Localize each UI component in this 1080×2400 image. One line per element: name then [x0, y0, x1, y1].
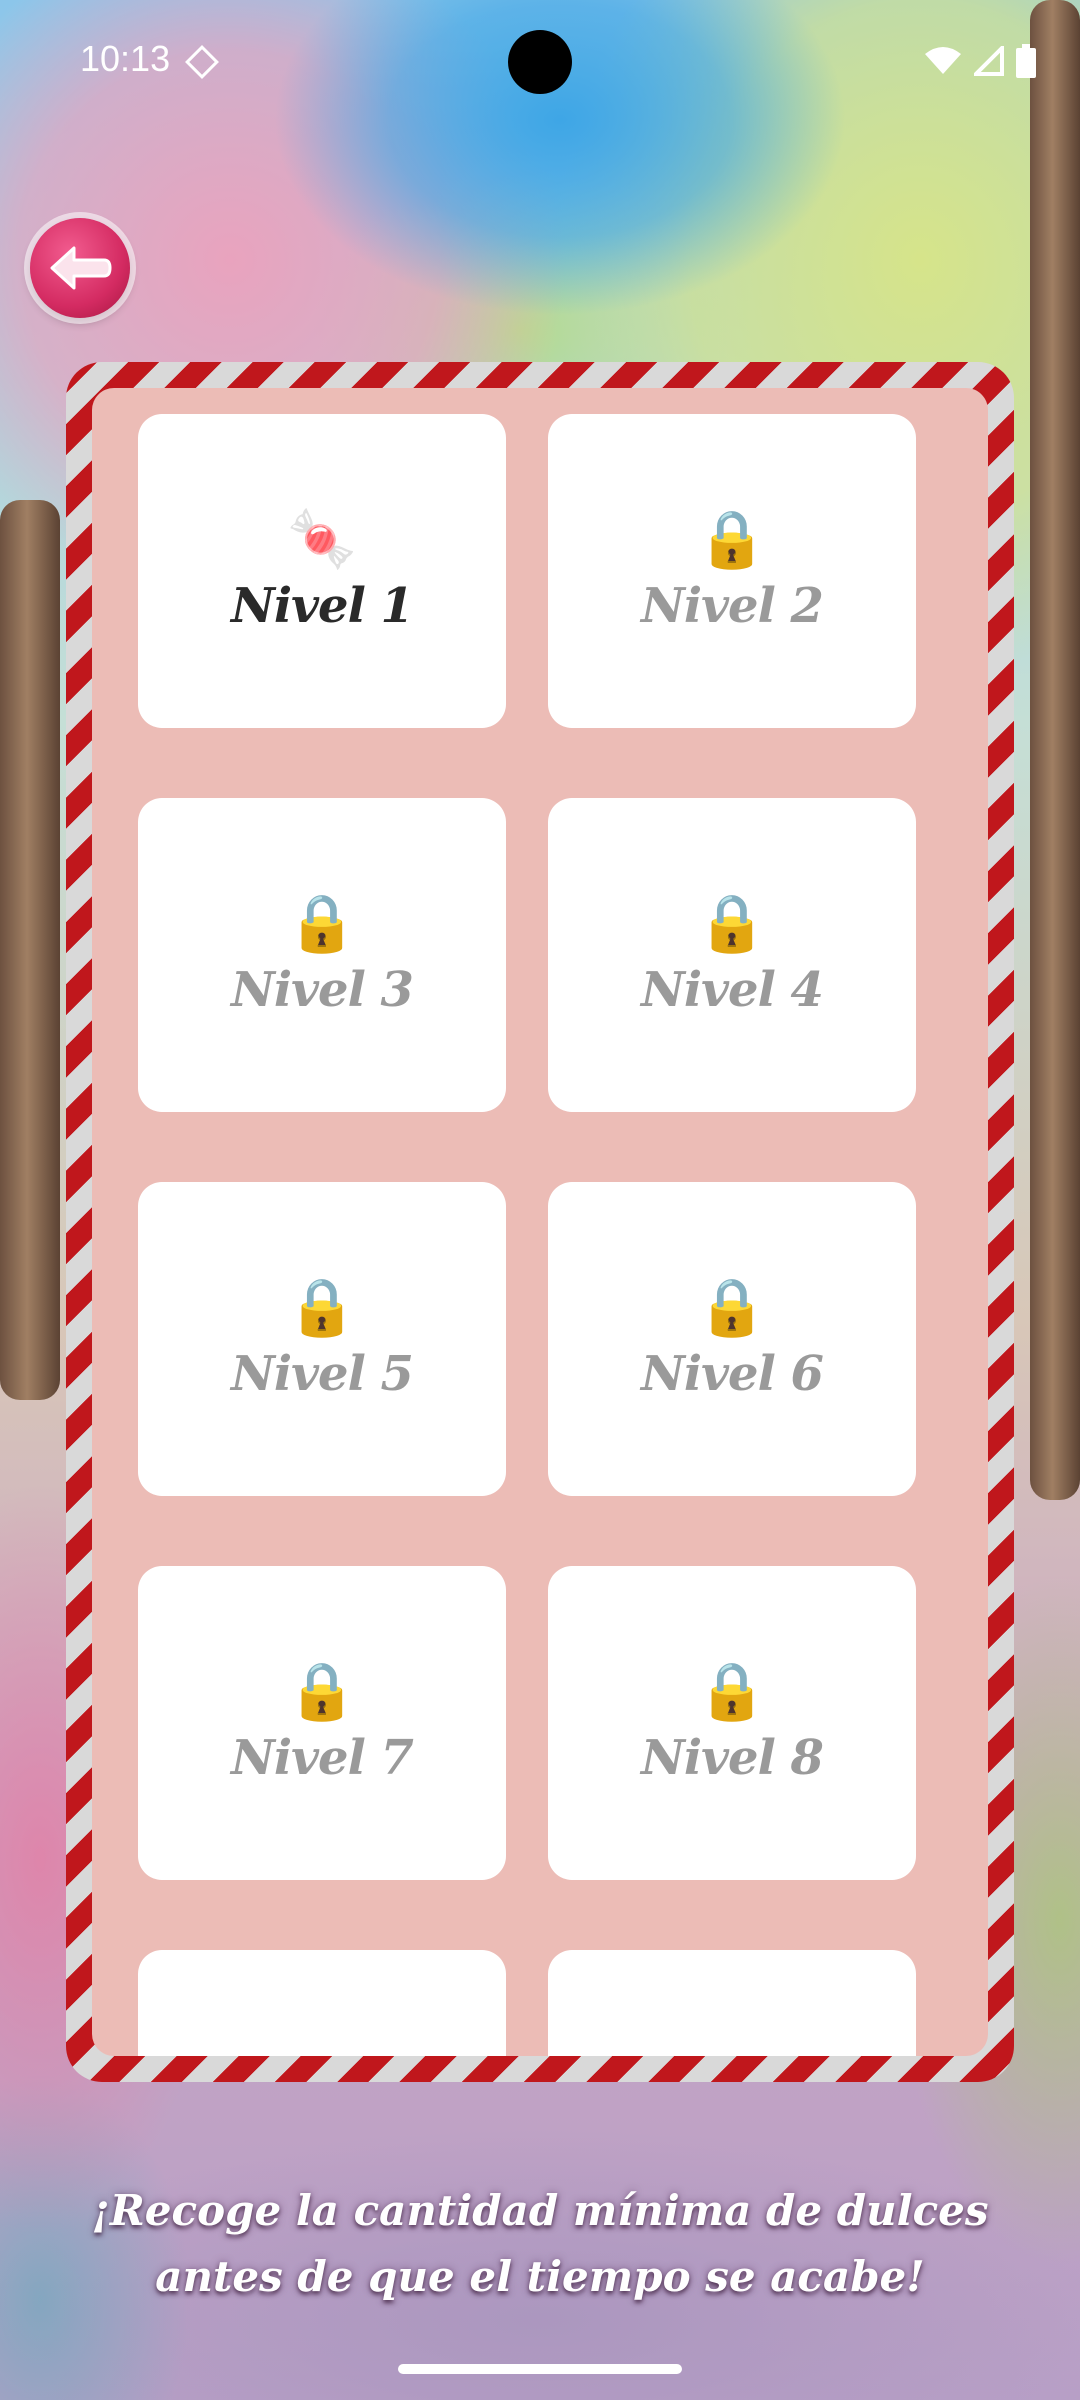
levels-panel[interactable]: 🍬 Nivel 1 🔒 Nivel 2 🔒 Nivel 3 🔒 Nivel 4 …	[92, 388, 988, 2056]
level-card-7[interactable]: 🔒 Nivel 7	[138, 1566, 506, 1880]
lock-icon: 🔒	[697, 1659, 767, 1724]
lock-icon: 🔒	[287, 1659, 357, 1724]
notification-diamond-icon	[185, 45, 219, 79]
level-select-screen: 10:13 🍬 Nivel 1 🔒 Nivel 2 🔒 Nivel 3 🔒 Ni…	[0, 0, 1080, 2400]
lock-icon: 🔒	[697, 1275, 767, 1340]
lock-icon: 🔒	[697, 891, 767, 956]
wifi-icon	[925, 47, 961, 74]
level-card-5[interactable]: 🔒 Nivel 5	[138, 1182, 506, 1496]
level-card-2[interactable]: 🔒 Nivel 2	[548, 414, 916, 728]
tree-trunk-left	[0, 500, 60, 1400]
home-indicator[interactable]	[398, 2364, 682, 2374]
status-time: 10:13	[80, 38, 171, 79]
lock-icon: 🔒	[287, 1275, 357, 1340]
level-label: Nivel 2	[641, 578, 824, 634]
lock-icon: 🔒	[287, 891, 357, 956]
level-label: Nivel 4	[641, 962, 824, 1018]
status-bar: 10:13	[0, 0, 1080, 120]
candy-icon: 🍬	[287, 507, 357, 572]
level-card-partial[interactable]	[138, 1950, 506, 2056]
levels-frame: 🍬 Nivel 1 🔒 Nivel 2 🔒 Nivel 3 🔒 Nivel 4 …	[66, 362, 1014, 2082]
level-label: Nivel 3	[231, 962, 414, 1018]
level-card-partial[interactable]	[548, 1950, 916, 2056]
level-label: Nivel 5	[231, 1346, 414, 1402]
level-card-6[interactable]: 🔒 Nivel 6	[548, 1182, 916, 1496]
level-card-4[interactable]: 🔒 Nivel 4	[548, 798, 916, 1112]
status-icons	[924, 44, 1036, 78]
level-card-8[interactable]: 🔒 Nivel 8	[548, 1566, 916, 1880]
back-button[interactable]	[30, 218, 130, 318]
tree-trunk-right	[1030, 0, 1080, 1500]
level-label: Nivel 1	[231, 578, 414, 634]
level-label: Nivel 6	[641, 1346, 824, 1402]
level-card-1[interactable]: 🍬 Nivel 1	[138, 414, 506, 728]
signal-icon	[974, 46, 1004, 76]
camera-cutout	[508, 30, 572, 94]
battery-icon	[1016, 44, 1036, 78]
arrow-left-icon	[50, 246, 112, 290]
lock-icon: 🔒	[697, 507, 767, 572]
level-label: Nivel 8	[641, 1730, 824, 1786]
instruction-text: ¡Recoge la cantidad mínima de dulces ant…	[91, 2186, 989, 2301]
level-label: Nivel 7	[231, 1730, 414, 1786]
level-card-3[interactable]: 🔒 Nivel 3	[138, 798, 506, 1112]
